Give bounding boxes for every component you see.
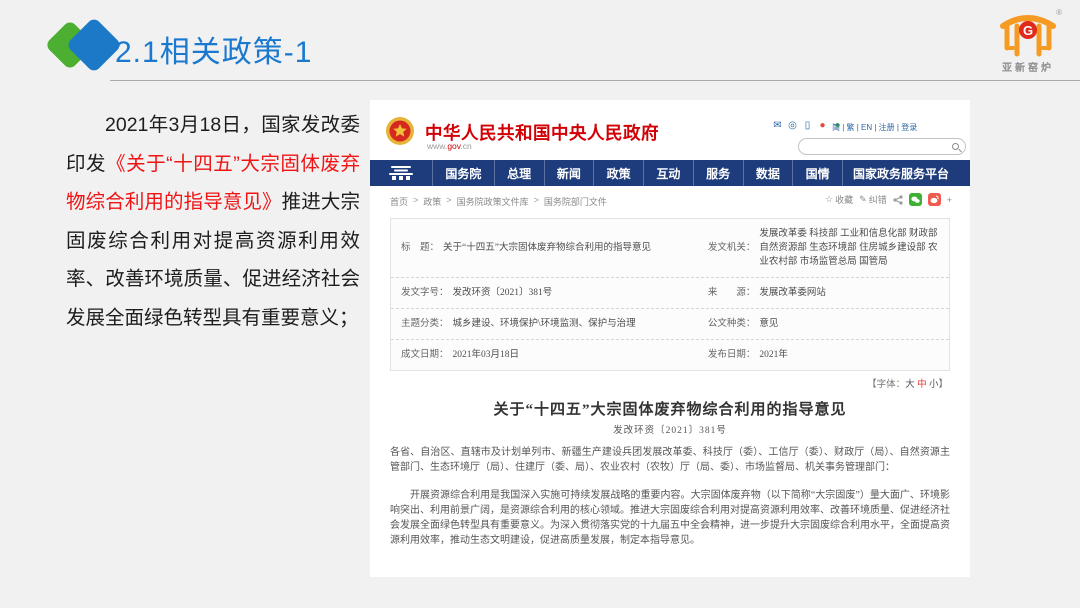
- meta-value: 发展改革委 科技部 工业和信息化部 财政部 自然资源部 生态环境部 住房城乡建设…: [759, 227, 939, 269]
- document-meta-table: 标 题： 关于“十四五”大宗固体废弃物综合利用的指导意见 发文机关：发展改革委 科…: [390, 218, 950, 371]
- document-number: 发改环资〔2021〕381号: [370, 422, 970, 436]
- more-share-button[interactable]: +: [947, 195, 952, 205]
- language-login-links[interactable]: 简 | 繁 | EN | 注册 | 登录: [832, 122, 917, 133]
- meta-row-number: 发文字号： 发改环资〔2021〕381号 来 源：发展改革委网站: [391, 278, 949, 309]
- favorite-button[interactable]: ☆收藏: [825, 193, 853, 206]
- nav-item-xinwen[interactable]: 新闻: [544, 160, 594, 186]
- meta-value: 意见: [759, 317, 778, 331]
- company-logo: ® G 亚新窑炉: [988, 8, 1068, 78]
- breadcrumb-home[interactable]: 首页: [390, 195, 408, 208]
- mobile-icon[interactable]: ▯: [802, 120, 813, 131]
- svg-text:G: G: [1023, 23, 1033, 38]
- kiln-logo-icon: G: [997, 8, 1059, 58]
- pencil-icon: ✎: [859, 194, 867, 205]
- document-title: 关于“十四五”大宗固体废弃物综合利用的指导意见: [370, 398, 970, 419]
- breadcrumb: 首页 > 政策 > 国务院政策文件库 > 国务院部门文件: [390, 195, 607, 208]
- nav-item-guoqing[interactable]: 国情: [792, 160, 842, 186]
- meta-value: 城乡建设、环境保护\环境监测、保护与治理: [453, 317, 636, 331]
- nav-item-zhengce[interactable]: 政策: [593, 160, 643, 186]
- meta-row-category: 主题分类： 城乡建设、环境保护\环境监测、保护与治理 公文种类：意见: [391, 309, 949, 340]
- font-size-medium-button[interactable]: 中: [917, 380, 927, 390]
- star-icon: ☆: [825, 194, 833, 205]
- document-paragraph-recipients: 各省、自治区、直辖市及计划单列市、新疆生产建设兵团发展改革委、科技厅（委）、工信…: [390, 445, 950, 475]
- weibo-icon[interactable]: ●: [817, 120, 828, 131]
- nav-item-hudong[interactable]: 互动: [643, 160, 693, 186]
- search-icon[interactable]: [952, 143, 959, 150]
- gov-nav-bar: 国务院 总理 新闻 政策 互动 服务 数据 国情 国家政务服务平台: [370, 160, 970, 186]
- meta-value: 发展改革委网站: [759, 286, 826, 300]
- weibo-share-icon[interactable]: [928, 193, 941, 206]
- nav-item-zhengwu-platform[interactable]: 国家政务服务平台: [842, 160, 970, 186]
- breadcrumb-current: 国务院部门文件: [544, 195, 607, 208]
- meta-label: 发文字号：: [401, 286, 449, 300]
- page-tools: ☆收藏 ✎纠错 +: [825, 193, 952, 206]
- font-size-widget: 【字体：大 中 小】: [867, 376, 948, 390]
- tiananmen-home-icon[interactable]: [370, 160, 432, 186]
- breadcrumb-library[interactable]: 国务院政策文件库: [457, 195, 529, 208]
- correction-button[interactable]: ✎纠错: [859, 193, 887, 206]
- nav-item-guowuyuan[interactable]: 国务院: [432, 160, 494, 186]
- meta-label: 标 题：: [401, 241, 439, 255]
- meta-label: 主题分类：: [401, 317, 449, 331]
- nav-item-zongli[interactable]: 总理: [494, 160, 544, 186]
- site-search: [798, 138, 966, 155]
- meta-label: 公文种类：: [708, 317, 756, 331]
- gov-website-screenshot: 中华人民共和国中央人民政府 www.gov.cn ✉ ◎ ▯ ● ● 简 | 繁…: [370, 100, 970, 577]
- registered-mark: ®: [1056, 8, 1062, 17]
- meta-label: 成文日期：: [401, 348, 449, 362]
- slide-body-text: 2021年3月18日，国家发改委印发《关于“十四五”大宗固体废弃物综合利用的指导…: [66, 106, 360, 337]
- slide: 2.1相关政策-1 ® G 亚新窑炉 2021年3月18日，国家发改委印发《关于…: [0, 0, 1080, 608]
- company-logo-text: 亚新窑炉: [988, 59, 1068, 74]
- meta-label: 发布日期：: [708, 348, 756, 362]
- meta-value: 2021年03月18日: [453, 348, 520, 362]
- meta-row-title: 标 题： 关于“十四五”大宗固体废弃物综合利用的指导意见 发文机关：发展改革委 科…: [391, 219, 949, 278]
- nav-item-shuju[interactable]: 数据: [743, 160, 793, 186]
- rss-icon[interactable]: ◎: [787, 120, 798, 131]
- meta-value: 关于“十四五”大宗固体废弃物综合利用的指导意见: [443, 241, 651, 255]
- national-emblem-icon: [385, 116, 415, 146]
- font-size-large-button[interactable]: 大: [905, 380, 915, 390]
- breadcrumb-policy[interactable]: 政策: [423, 195, 441, 208]
- mail-icon[interactable]: ✉: [772, 120, 783, 131]
- search-input[interactable]: [807, 140, 947, 153]
- document-paragraph-intro: 开展资源综合利用是我国深入实施可持续发展战略的重要内容。大宗固体废弃物（以下简称…: [390, 488, 950, 548]
- meta-value: 发改环资〔2021〕381号: [453, 286, 553, 300]
- page-title: 2.1相关政策-1: [115, 27, 312, 71]
- meta-row-date: 成文日期： 2021年03月18日 发布日期：2021年: [391, 340, 949, 370]
- breadcrumb-row: 首页 > 政策 > 国务院政策文件库 > 国务院部门文件 ☆收藏 ✎纠错: [370, 186, 970, 216]
- title-divider: [110, 80, 1080, 81]
- meta-label: 发文机关：: [708, 241, 756, 255]
- gov-header: 中华人民共和国中央人民政府 www.gov.cn ✉ ◎ ▯ ● ● 简 | 繁…: [370, 100, 970, 160]
- meta-label: 来 源：: [708, 286, 756, 300]
- meta-value: 2021年: [759, 348, 788, 362]
- site-url: www.gov.cn: [427, 141, 472, 151]
- share-icon[interactable]: [893, 195, 903, 205]
- wechat-share-icon[interactable]: [909, 193, 922, 206]
- nav-item-fuwu[interactable]: 服务: [693, 160, 743, 186]
